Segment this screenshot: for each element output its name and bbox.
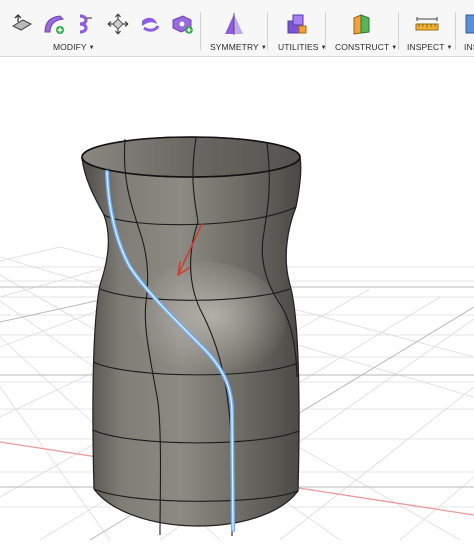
inspect-menu[interactable]: INSPECT ▼ (407, 42, 453, 52)
chevron-down-icon: ▼ (446, 45, 453, 51)
utilities-label: UTILITIES (278, 42, 319, 52)
insert-group: INS (456, 0, 474, 56)
construct-plane-icon[interactable] (350, 12, 374, 36)
move-copy-icon[interactable] (106, 12, 130, 36)
chevron-down-icon: ▼ (391, 45, 398, 51)
toolbar: MODIFY ▼ SYMMETRY ▼ UTILITIES ▼ CONSTRUCT ▼ (0, 0, 474, 57)
insert-icon[interactable] (465, 12, 474, 36)
viewport-scene (0, 136, 474, 541)
inspect-group: INSPECT ▼ (399, 0, 455, 56)
modify-group: MODIFY ▼ (0, 0, 200, 56)
offset-face-icon[interactable] (74, 12, 98, 36)
insert-label: INS (464, 42, 474, 52)
symmetry-menu[interactable]: SYMMETRY ▼ (210, 42, 267, 52)
measure-icon[interactable] (415, 12, 439, 36)
modify-label: MODIFY (53, 42, 87, 52)
vase-highlight (125, 262, 285, 382)
inspect-label: INSPECT (407, 42, 445, 52)
construct-label: CONSTRUCT (335, 42, 390, 52)
insert-menu[interactable]: INS (464, 42, 474, 52)
construct-group: CONSTRUCT ▼ (326, 0, 398, 56)
edit-form-icon[interactable] (138, 12, 162, 36)
utilities-menu[interactable]: UTILITIES ▼ (278, 42, 327, 52)
chevron-down-icon: ▼ (88, 45, 95, 51)
utilities-icon[interactable] (284, 12, 308, 36)
utilities-group: UTILITIES ▼ (268, 0, 327, 56)
modify-menu[interactable]: MODIFY ▼ (53, 42, 95, 52)
press-pull-icon[interactable] (10, 12, 34, 36)
chevron-down-icon: ▼ (260, 45, 267, 51)
symmetry-group: SYMMETRY ▼ (201, 0, 267, 56)
canvas-viewport[interactable] (0, 57, 474, 541)
modify-add-icon[interactable] (170, 12, 194, 36)
construct-menu[interactable]: CONSTRUCT ▼ (335, 42, 397, 52)
mirror-symmetry-icon[interactable] (222, 12, 246, 36)
fillet-icon[interactable] (42, 12, 66, 36)
symmetry-label: SYMMETRY (210, 42, 259, 52)
